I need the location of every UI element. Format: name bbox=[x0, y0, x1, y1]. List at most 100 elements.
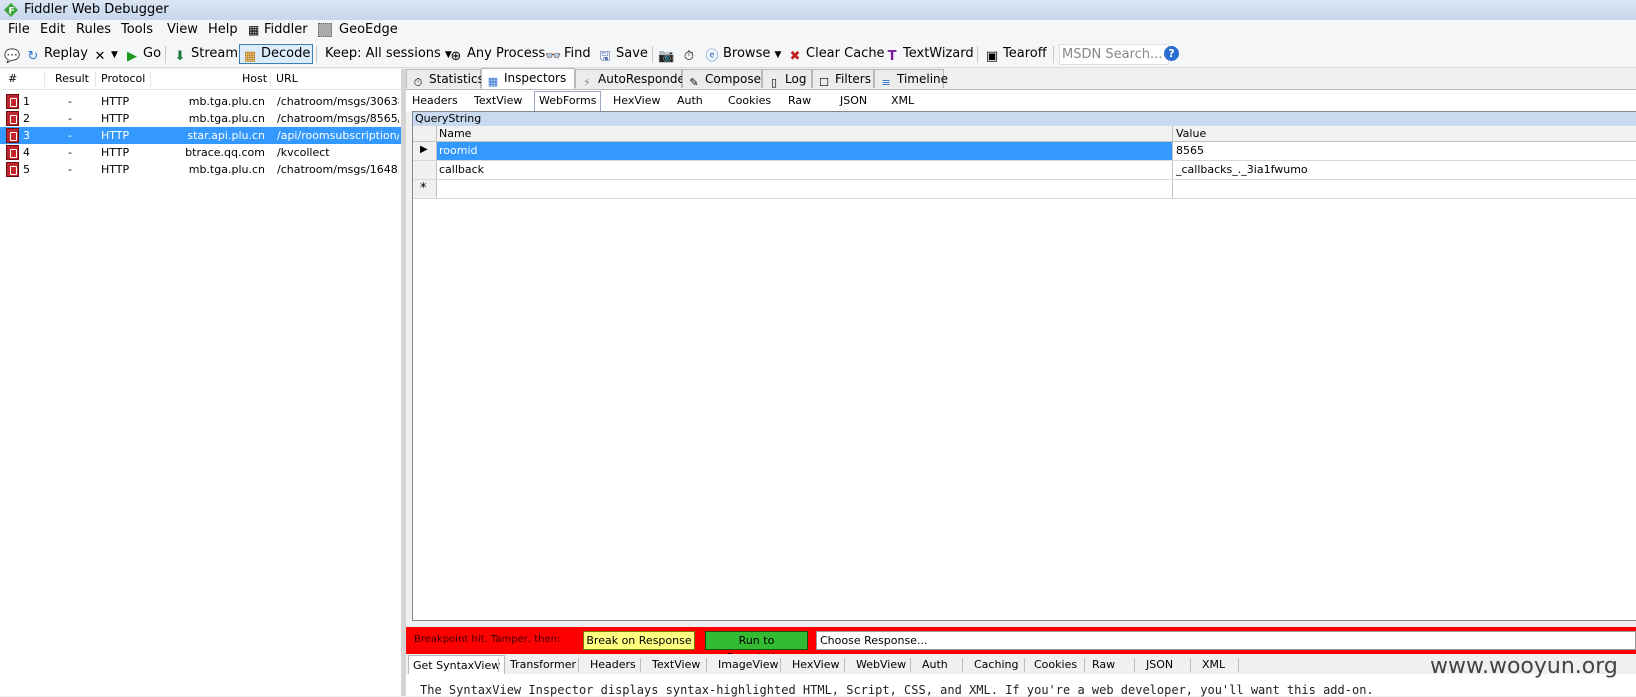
toolbar-divider bbox=[1053, 46, 1054, 63]
session-host: mb.tga.plu.cn bbox=[188, 163, 265, 176]
tab-cookies[interactable]: Cookies bbox=[728, 91, 771, 110]
toolbar-divider bbox=[977, 46, 978, 63]
column-header-name[interactable]: Name bbox=[437, 126, 1173, 141]
clear-cache-button[interactable]: ✖ Clear Cache bbox=[787, 45, 885, 64]
session-row[interactable]: 1 - HTTP mb.tga.plu.cn /chatroom/msgs/30… bbox=[0, 93, 401, 110]
tab-auth[interactable]: Auth bbox=[677, 91, 703, 110]
menu-view[interactable]: View bbox=[165, 22, 200, 37]
remove-button[interactable]: ✕ ▼ bbox=[92, 45, 118, 64]
column-header-number[interactable]: # bbox=[8, 72, 17, 85]
syntaxview-message: The SyntaxView Inspector displays syntax… bbox=[420, 683, 1374, 697]
column-header-host[interactable]: Host bbox=[242, 72, 267, 85]
tab-raw[interactable]: Raw bbox=[788, 91, 811, 110]
tab-imageview[interactable]: ImageView bbox=[718, 655, 779, 674]
tab-statistics[interactable]: ⏱ Statistics bbox=[406, 69, 484, 89]
param-value-cell[interactable]: 8565 bbox=[1173, 142, 1636, 160]
session-url: /kvcollect bbox=[277, 146, 330, 159]
tab-label: Timeline bbox=[897, 72, 949, 86]
replay-button[interactable]: ↻ Replay bbox=[25, 45, 88, 64]
tab-textview[interactable]: TextView bbox=[652, 655, 700, 674]
help-icon[interactable]: ? bbox=[1164, 46, 1179, 61]
binoculars-icon: 👓 bbox=[545, 49, 562, 64]
any-process-button[interactable]: ⊕ Any Process bbox=[448, 45, 546, 64]
tab-json[interactable]: JSON bbox=[1146, 655, 1173, 674]
tab-webforms[interactable]: WebForms bbox=[534, 91, 602, 112]
tab-divider bbox=[706, 658, 707, 672]
grid-row-selected[interactable]: ▶ roomid 8565 bbox=[413, 142, 1636, 161]
session-row[interactable]: 5 - HTTP mb.tga.plu.cn /chatroom/msgs/16… bbox=[0, 161, 401, 178]
tab-headers[interactable]: Headers bbox=[590, 655, 636, 674]
tab-raw[interactable]: Raw bbox=[1092, 655, 1115, 674]
menu-tools[interactable]: Tools bbox=[119, 22, 155, 37]
param-name-cell[interactable]: roomid bbox=[437, 142, 1173, 160]
tab-hexview[interactable]: HexView bbox=[792, 655, 839, 674]
browse-button[interactable]: ⓔ Browse ▼ bbox=[704, 45, 781, 64]
crosshair-icon: ⊕ bbox=[450, 49, 462, 64]
column-header-protocol[interactable]: Protocol bbox=[101, 72, 145, 85]
screenshot-button[interactable]: 📷 bbox=[658, 45, 677, 64]
grid-new-row[interactable]: * bbox=[413, 180, 1636, 199]
menu-edit[interactable]: Edit bbox=[38, 22, 67, 37]
go-button[interactable]: ▶ Go bbox=[124, 45, 161, 64]
column-divider[interactable] bbox=[270, 71, 271, 87]
param-name-cell[interactable] bbox=[437, 180, 1173, 198]
tab-log[interactable]: ▯ Log bbox=[762, 69, 812, 89]
tab-inspectors[interactable]: ▦ Inspectors bbox=[481, 68, 575, 89]
column-header-url[interactable]: URL bbox=[276, 72, 298, 85]
menu-help[interactable]: Help bbox=[206, 22, 240, 37]
column-divider[interactable] bbox=[150, 71, 151, 87]
window-title: Fiddler Web Debugger bbox=[24, 2, 169, 17]
column-divider[interactable] bbox=[95, 71, 96, 87]
column-header-value[interactable]: Value bbox=[1173, 126, 1636, 141]
request-tabs-bar: Headers TextView WebForms HexView Auth C… bbox=[406, 89, 1636, 112]
tab-textview[interactable]: TextView bbox=[474, 91, 522, 110]
textwizard-button[interactable]: T TextWizard bbox=[884, 45, 974, 64]
save-button[interactable]: 🖫 Save bbox=[597, 45, 647, 64]
tab-get-syntaxview[interactable]: Get SyntaxView bbox=[408, 655, 506, 674]
tab-json[interactable]: JSON bbox=[840, 91, 867, 110]
timer-icon: ⏱ bbox=[683, 49, 695, 64]
decode-button[interactable]: ▦ Decode bbox=[239, 44, 314, 64]
tab-transformer[interactable]: Transformer bbox=[510, 655, 576, 674]
tearoff-button[interactable]: ▣ Tearoff bbox=[984, 45, 1047, 64]
tab-caching[interactable]: Caching bbox=[974, 655, 1018, 674]
session-row[interactable]: 4 - HTTP btrace.qq.com /kvcollect bbox=[0, 144, 401, 161]
session-row[interactable]: 2 - HTTP mb.tga.plu.cn /chatroom/msgs/85… bbox=[0, 110, 401, 127]
tab-filters[interactable]: ☐ Filters bbox=[812, 69, 874, 89]
choose-response-dropdown[interactable]: Choose Response... bbox=[816, 631, 1636, 650]
tab-composer[interactable]: ✎ Composer bbox=[682, 69, 766, 89]
stream-label: Stream bbox=[191, 46, 239, 61]
timer-button[interactable]: ⏱ bbox=[681, 45, 700, 64]
tab-autoresponder[interactable]: ⚡ AutoResponder bbox=[575, 69, 690, 89]
param-value-cell[interactable] bbox=[1173, 180, 1636, 198]
tab-xml[interactable]: XML bbox=[891, 91, 914, 110]
msdn-search-input[interactable]: MSDN Search... bbox=[1059, 44, 1169, 65]
find-button[interactable]: 👓 Find bbox=[545, 45, 591, 64]
param-name-cell[interactable]: callback bbox=[437, 161, 1173, 179]
tab-divider bbox=[1084, 658, 1085, 672]
session-protocol: HTTP bbox=[101, 146, 130, 159]
tab-xml[interactable]: XML bbox=[1202, 655, 1225, 674]
menu-fiddler[interactable]: Fiddler bbox=[262, 22, 310, 37]
menu-geoedge[interactable]: GeoEdge bbox=[337, 22, 400, 37]
column-divider[interactable] bbox=[44, 71, 45, 87]
stream-button[interactable]: ⬇ Stream bbox=[172, 45, 239, 64]
menu-file[interactable]: File bbox=[6, 22, 32, 37]
session-row-selected[interactable]: 3 - HTTP star.api.plu.cn /api/roomsubscr… bbox=[0, 127, 401, 144]
breakpoint-label: Breakpoint hit. Tamper, then: bbox=[414, 634, 561, 645]
tab-webview[interactable]: WebView bbox=[856, 655, 906, 674]
tab-headers[interactable]: Headers bbox=[412, 91, 458, 110]
param-value-cell[interactable]: _callbacks_._3ia1fwumo bbox=[1173, 161, 1636, 179]
grid-row[interactable]: callback _callbacks_._3ia1fwumo bbox=[413, 161, 1636, 180]
tab-timeline[interactable]: ≡ Timeline bbox=[874, 69, 948, 89]
column-header-result[interactable]: Result bbox=[55, 72, 89, 85]
menu-rules[interactable]: Rules bbox=[74, 22, 113, 37]
keep-sessions-dropdown[interactable]: Keep: All sessions ▼ bbox=[325, 45, 452, 63]
tab-hexview[interactable]: HexView bbox=[613, 91, 660, 110]
break-on-response-button[interactable]: Break on Response bbox=[583, 631, 695, 650]
run-to-completion-button[interactable]: Run to Completion bbox=[705, 631, 808, 664]
tab-divider bbox=[578, 658, 579, 672]
tab-auth[interactable]: Auth bbox=[922, 655, 948, 674]
tab-cookies[interactable]: Cookies bbox=[1034, 655, 1077, 674]
comment-button[interactable]: 💬 bbox=[4, 45, 23, 64]
